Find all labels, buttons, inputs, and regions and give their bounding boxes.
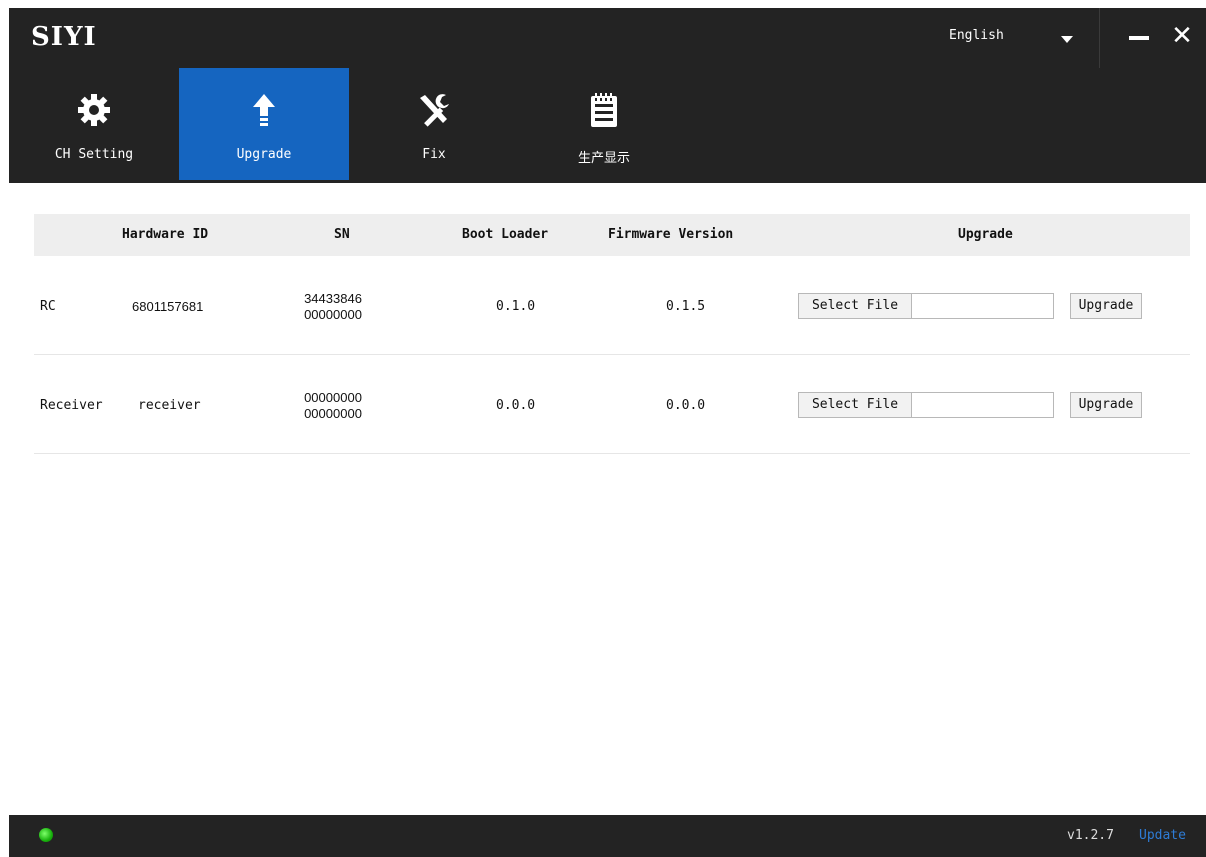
select-file-button[interactable]: Select File xyxy=(798,293,912,319)
column-header-upgrade: Upgrade xyxy=(958,227,1013,242)
tab-label: Upgrade xyxy=(236,147,292,162)
select-file-button[interactable]: Select File xyxy=(798,392,912,418)
update-link[interactable]: Update xyxy=(1139,828,1186,843)
column-header-boot-loader: Boot Loader xyxy=(462,227,549,242)
hardware-id: 6801157681 xyxy=(132,299,204,314)
app-logo: SIYI xyxy=(31,22,97,52)
serial-number-line: 34433846 xyxy=(304,291,362,306)
status-bar: v1.2.7 Update xyxy=(9,815,1206,857)
connection-status-icon xyxy=(39,828,53,842)
upgrade-button[interactable]: Upgrade xyxy=(1070,293,1142,319)
language-select[interactable]: English xyxy=(949,28,1004,43)
tab-label: Fix xyxy=(422,147,446,162)
column-header-sn: SN xyxy=(334,227,350,242)
boot-loader-version: 0.1.0 xyxy=(496,299,536,314)
tab-production-display[interactable]: 生产显示 xyxy=(519,68,689,180)
title-separator xyxy=(1099,8,1100,68)
file-path-field[interactable] xyxy=(912,293,1054,319)
boot-loader-version: 0.0.0 xyxy=(496,398,536,413)
title-bar: SIYI English ✕ xyxy=(9,8,1206,68)
close-button[interactable]: ✕ xyxy=(1167,18,1197,54)
device-name: Receiver xyxy=(40,398,103,413)
column-header-hardware-id: Hardware ID xyxy=(122,227,209,242)
window-edge xyxy=(0,0,9,857)
table-row: Receiver receiver 00000000 00000000 0.0.… xyxy=(34,355,1190,454)
upload-arrow-icon xyxy=(253,94,275,126)
serial-number-line: 00000000 xyxy=(304,307,362,322)
file-path-field[interactable] xyxy=(912,392,1054,418)
firmware-version: 0.1.5 xyxy=(666,299,706,314)
notepad-icon xyxy=(591,93,617,127)
upgrade-button[interactable]: Upgrade xyxy=(1070,392,1142,418)
gear-icon xyxy=(78,94,110,126)
serial-number: 34433846 00000000 xyxy=(298,291,368,323)
tab-upgrade[interactable]: Upgrade xyxy=(179,68,349,180)
table-row: RC 6801157681 34433846 00000000 0.1.0 0.… xyxy=(34,256,1190,355)
app-version: v1.2.7 xyxy=(1067,828,1114,843)
minimize-button[interactable] xyxy=(1129,36,1149,40)
tab-ch-setting[interactable]: CH Setting xyxy=(9,68,179,180)
serial-number-line: 00000000 xyxy=(304,390,362,405)
tab-label: CH Setting xyxy=(54,147,134,162)
main-nav: CH Setting Upgrade Fix 生产显示 xyxy=(9,68,1206,183)
device-name: RC xyxy=(40,299,56,314)
serial-number: 00000000 00000000 xyxy=(298,390,368,422)
hardware-id: receiver xyxy=(138,398,201,413)
chevron-down-icon[interactable] xyxy=(1061,36,1073,43)
table-header: Hardware ID SN Boot Loader Firmware Vers… xyxy=(34,214,1190,256)
serial-number-line: 00000000 xyxy=(304,406,362,421)
wrench-screwdriver-icon xyxy=(420,94,449,127)
tab-label: 生产显示 xyxy=(577,151,630,166)
tab-fix[interactable]: Fix xyxy=(349,68,519,180)
column-header-firmware-version: Firmware Version xyxy=(608,227,734,242)
firmware-version: 0.0.0 xyxy=(666,398,706,413)
